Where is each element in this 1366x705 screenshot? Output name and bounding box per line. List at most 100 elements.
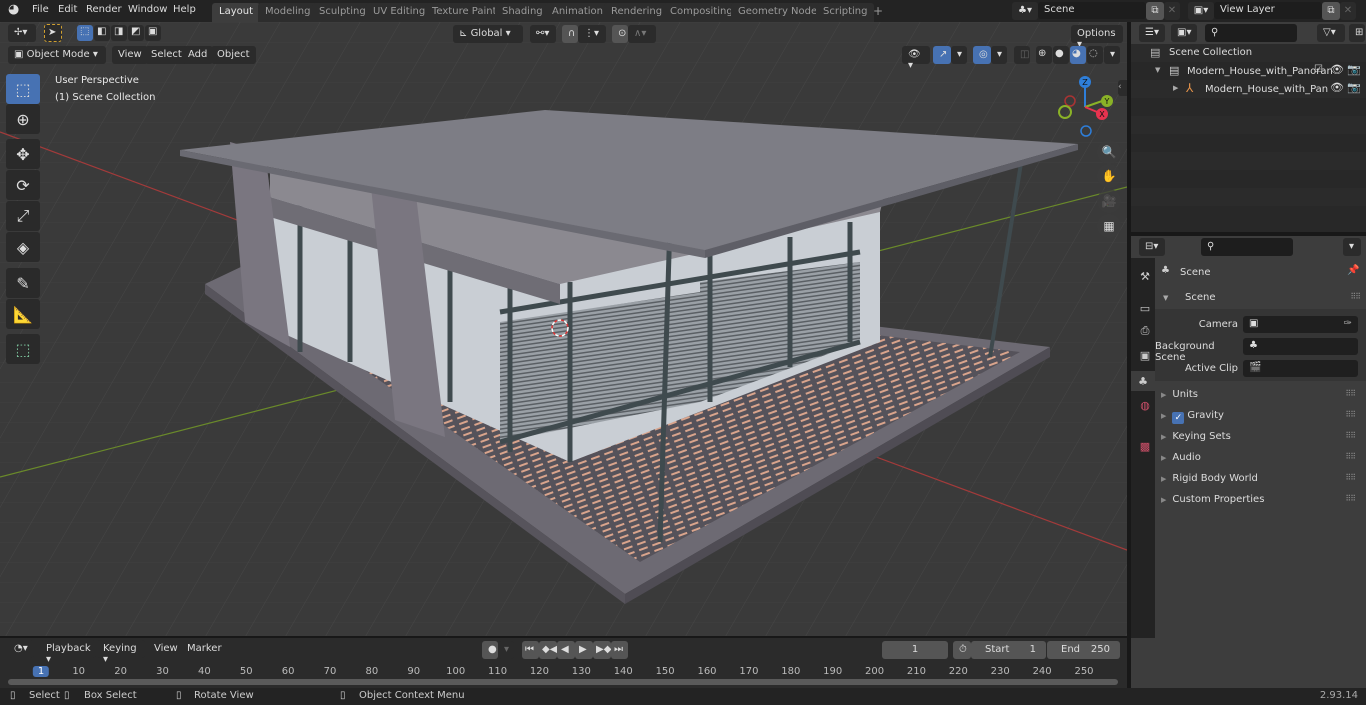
- xray-toggle[interactable]: ◫: [1014, 46, 1030, 64]
- overlays-toggle[interactable]: ◎: [973, 46, 991, 64]
- tab-sculpting[interactable]: Sculpting: [312, 3, 373, 22]
- gizmo-dropdown[interactable]: ▾: [951, 46, 967, 64]
- camera-render-icon[interactable]: 📷: [1347, 81, 1361, 94]
- tab-texture-paint[interactable]: Texture Paint: [425, 3, 504, 22]
- tool-select-tweak[interactable]: ➤: [44, 24, 62, 42]
- outliner-row[interactable]: ▤ Scene Collection: [1131, 44, 1366, 62]
- tool-rotate[interactable]: ⟳: [6, 170, 40, 200]
- options-dropdown[interactable]: Options ▾: [1071, 25, 1123, 50]
- mode-new-selection[interactable]: ⬚: [77, 25, 93, 41]
- tab-world[interactable]: ◍: [1135, 395, 1155, 415]
- tab-render[interactable]: ▭: [1135, 298, 1155, 318]
- scene-browse-button[interactable]: ♣▾: [1012, 2, 1038, 20]
- tab-layout[interactable]: Layout: [212, 3, 260, 22]
- tool-scale[interactable]: ⤢: [6, 201, 40, 231]
- timeline-scrollbar[interactable]: [8, 679, 1118, 685]
- new-view-layer-button[interactable]: ⧉: [1322, 2, 1340, 20]
- pin-icon[interactable]: 📌: [1347, 265, 1359, 276]
- add-workspace-button[interactable]: +: [866, 3, 890, 22]
- panel-keying-sets[interactable]: ▶ Keying Sets ⠿⠿: [1161, 428, 1361, 448]
- tab-tool[interactable]: ⚒: [1135, 266, 1155, 286]
- tab-output[interactable]: ⎙: [1135, 321, 1155, 341]
- delete-view-layer-button[interactable]: ✕: [1340, 2, 1356, 20]
- view-layer-name-field[interactable]: View Layer: [1214, 2, 1322, 19]
- pan-view-button[interactable]: ✋: [1097, 164, 1121, 188]
- new-collection-button[interactable]: ⊞: [1349, 24, 1365, 42]
- tab-rendering[interactable]: Rendering: [604, 3, 670, 22]
- eyedropper-icon[interactable]: ✑: [1344, 318, 1352, 329]
- drag-grip-icon[interactable]: ⠿⠿: [1345, 452, 1356, 461]
- tool-cursor[interactable]: ⊕: [6, 104, 40, 134]
- active-clip-field[interactable]: 🎬: [1243, 360, 1358, 377]
- 3d-viewport[interactable]: ✢▾ ➤ ⬚ ◧ ◨ ◩ ▣ ⊾ Global ▾ ⚯▾ ∩ ⋮▾ ⊙ ∧▾ O…: [0, 22, 1127, 636]
- menu-file[interactable]: File: [32, 4, 49, 15]
- visibility-dropdown[interactable]: 👁▾: [902, 46, 930, 71]
- neg-x-handle[interactable]: [1064, 95, 1076, 107]
- delete-scene-button[interactable]: ✕: [1164, 2, 1180, 20]
- neg-z-handle[interactable]: [1080, 125, 1092, 137]
- navigation-gizmo[interactable]: Z Y X: [1055, 72, 1117, 138]
- menu-object[interactable]: Object: [211, 46, 256, 64]
- drag-grip-icon[interactable]: ⠿⠿: [1350, 292, 1361, 301]
- tool-select-box[interactable]: ⬚: [6, 74, 40, 104]
- gravity-checkbox[interactable]: ✓: [1172, 412, 1185, 424]
- drag-grip-icon[interactable]: ⠿⠿: [1345, 494, 1356, 503]
- mode-extend-selection[interactable]: ◧: [94, 25, 110, 41]
- tab-geometry-nodes[interactable]: Geometry Nodes: [731, 3, 830, 22]
- properties-options-dropdown[interactable]: ▾: [1343, 238, 1361, 256]
- disclosure-closed-icon[interactable]: ▶: [1173, 84, 1178, 92]
- snap-target-dropdown[interactable]: ⋮▾: [578, 25, 606, 43]
- ortho-toggle-button[interactable]: ▦: [1097, 214, 1121, 238]
- menu-render[interactable]: Render: [86, 4, 122, 15]
- current-frame-marker[interactable]: 1: [32, 666, 50, 677]
- outliner-row[interactable]: ▶ ⅄ Modern_House_with_Pan 👁 📷: [1131, 80, 1366, 98]
- tab-view-layer[interactable]: ▣: [1135, 345, 1155, 365]
- tab-modeling[interactable]: Modeling: [258, 3, 318, 22]
- editor-type-button[interactable]: ✢▾: [8, 24, 36, 42]
- menu-add[interactable]: Add: [182, 46, 214, 64]
- properties-editor-type[interactable]: ⊟▾: [1139, 238, 1165, 256]
- tab-scene[interactable]: ♣: [1131, 371, 1155, 391]
- outliner-search[interactable]: ⚲: [1205, 24, 1297, 42]
- overlays-dropdown[interactable]: ▾: [991, 46, 1007, 64]
- drag-grip-icon[interactable]: ⠿⠿: [1345, 410, 1356, 419]
- mode-invert-selection[interactable]: ◩: [128, 25, 144, 41]
- drag-grip-icon[interactable]: ⠿⠿: [1345, 431, 1356, 440]
- eye-icon[interactable]: 👁: [1330, 81, 1344, 94]
- tab-shading[interactable]: Shading: [495, 3, 550, 22]
- panel-audio[interactable]: ▶ Audio ⠿⠿: [1161, 449, 1361, 469]
- gizmo-toggle[interactable]: ↗: [933, 46, 951, 64]
- view-layer-browse-button[interactable]: ▣▾: [1188, 2, 1214, 20]
- filter-dropdown[interactable]: ▽▾: [1317, 24, 1345, 42]
- menu-help[interactable]: Help: [173, 4, 196, 15]
- background-scene-field[interactable]: ♣: [1243, 338, 1358, 355]
- outliner-row[interactable]: ▼ ▤ Modern_House_with_Panoran ☑ 👁 📷: [1131, 62, 1366, 80]
- tool-add-cube[interactable]: ⬚: [6, 334, 40, 364]
- tool-move[interactable]: ✥: [6, 139, 40, 169]
- camera-render-icon[interactable]: 📷: [1347, 63, 1361, 76]
- menu-edit[interactable]: Edit: [58, 4, 77, 15]
- new-scene-button[interactable]: ⧉: [1146, 2, 1164, 20]
- transform-orientation-dropdown[interactable]: ⊾ Global ▾: [453, 25, 523, 43]
- tab-uv-editing[interactable]: UV Editing: [366, 3, 433, 22]
- tool-measure[interactable]: 📐: [6, 299, 40, 329]
- scene-panel-header[interactable]: ▼ Scene ⠿⠿: [1155, 289, 1366, 309]
- tool-annotate[interactable]: ✎: [6, 268, 40, 298]
- camera-field[interactable]: ▣ ✑: [1243, 316, 1358, 333]
- camera-view-button[interactable]: 🎥: [1097, 189, 1121, 213]
- mode-subtract-selection[interactable]: ◨: [111, 25, 127, 41]
- eye-icon[interactable]: 👁: [1330, 63, 1344, 76]
- tool-transform[interactable]: ◈: [6, 232, 40, 262]
- blender-logo-icon[interactable]: ◕: [8, 2, 19, 17]
- neg-y-handle[interactable]: [1058, 105, 1072, 119]
- shading-dropdown[interactable]: ▾: [1104, 46, 1120, 64]
- menu-window[interactable]: Window: [128, 4, 167, 15]
- menu-view[interactable]: View: [112, 46, 148, 64]
- scene-name-field[interactable]: Scene: [1038, 2, 1146, 19]
- sidebar-toggle[interactable]: ‹: [1118, 80, 1127, 96]
- shading-material[interactable]: ◕: [1070, 46, 1086, 64]
- tab-texture[interactable]: ▩: [1135, 436, 1155, 456]
- panel-custom-properties[interactable]: ▶ Custom Properties ⠿⠿: [1161, 491, 1361, 511]
- snap-toggle[interactable]: ∩: [562, 25, 578, 43]
- pivot-point-dropdown[interactable]: ⚯▾: [530, 25, 556, 43]
